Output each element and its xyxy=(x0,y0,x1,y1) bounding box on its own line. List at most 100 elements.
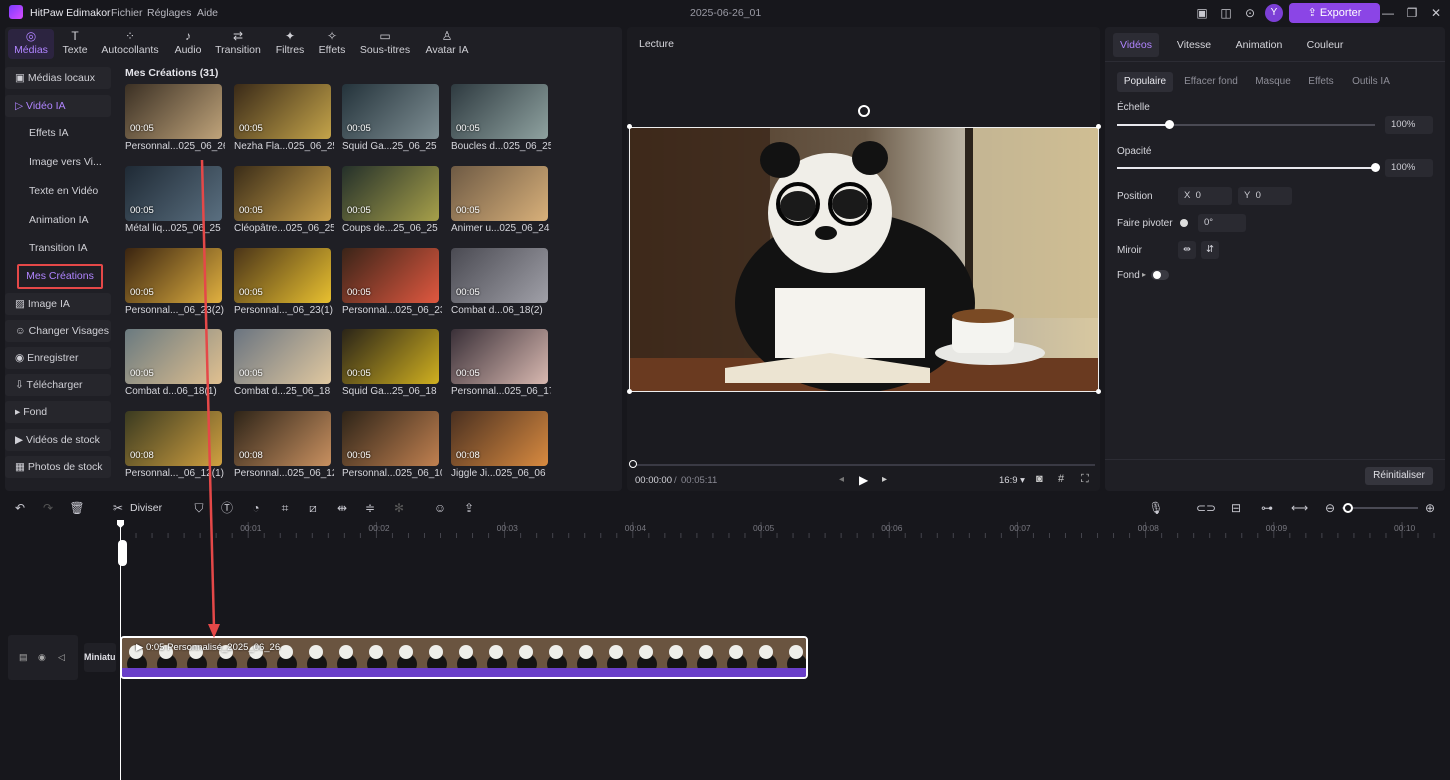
undo-icon[interactable]: ↶ xyxy=(12,500,28,516)
subtab-effacer-fond[interactable]: Effacer fond xyxy=(1179,72,1243,92)
sidebar-item-changer-visages[interactable]: ☺ Changer Visages xyxy=(5,320,111,342)
media-thumbnail[interactable]: 00:05 xyxy=(342,329,439,384)
layout-icon[interactable]: ▣ xyxy=(1195,6,1209,20)
transform-icon[interactable]: ⧄ xyxy=(305,500,321,516)
zoom-slider[interactable] xyxy=(1342,507,1418,509)
sidebar-item-videos-stock[interactable]: ▶ Vidéos de stock xyxy=(5,429,111,451)
zoom-in-icon[interactable]: ⊕ xyxy=(1422,500,1438,516)
export-clip-icon[interactable]: ⇪ xyxy=(461,500,477,516)
timeline-ruler[interactable]: 00:01 00:02 00:03 00:04 00:05 00:06 00:07 00:08… xyxy=(119,520,1450,540)
marker-icon[interactable]: ⛉ xyxy=(191,500,207,516)
sidebar-sub-mes-creations[interactable]: Mes Créations xyxy=(17,264,103,289)
sidebar-item-enregistrer[interactable]: ◉ Enregistrer xyxy=(5,347,111,369)
freeze-icon[interactable]: ✻ xyxy=(391,500,407,516)
tab-videos[interactable]: Vidéos xyxy=(1113,33,1159,57)
tab-autocollants[interactable]: ⁘ Autocollants xyxy=(98,29,162,59)
media-thumbnail[interactable]: 00:05 xyxy=(451,166,548,221)
media-thumbnail[interactable]: 00:05 xyxy=(342,84,439,139)
tab-texte[interactable]: T Texte xyxy=(55,29,95,59)
link-icon[interactable]: ⊂⊃ xyxy=(1196,500,1216,516)
background-expand-icon[interactable]: ▸ xyxy=(1142,270,1146,279)
minimize-icon[interactable]: — xyxy=(1381,6,1395,20)
tab-avatar-ia[interactable]: ♙ Avatar IA xyxy=(421,29,473,59)
redo-icon[interactable]: ↷ xyxy=(40,500,56,516)
mirror-horizontal-icon[interactable]: ⇹ xyxy=(1178,241,1196,259)
position-y-field[interactable]: Y 0 xyxy=(1238,187,1292,205)
zoom-out-icon[interactable]: ⊖ xyxy=(1322,500,1338,516)
menu-aide[interactable]: Aide xyxy=(197,7,218,19)
sidebar-sub-transition-ia[interactable]: Transition IA xyxy=(5,237,111,259)
maximize-icon[interactable]: ❐ xyxy=(1405,6,1419,20)
aspect-ratio-select[interactable]: 16:9 ▾ xyxy=(999,475,1025,486)
track-thumbnail-label[interactable]: Miniatur xyxy=(84,643,116,672)
align-icon[interactable]: ≑ xyxy=(362,500,378,516)
microphone-icon[interactable]: 🎙 xyxy=(1148,500,1164,516)
track-lock-icon[interactable]: ▤ xyxy=(19,652,28,663)
track-audio-icon[interactable]: ◁ xyxy=(58,652,65,663)
media-thumbnail[interactable]: 00:05 xyxy=(451,248,548,303)
scale-slider-knob[interactable] xyxy=(1164,120,1174,129)
speed-icon[interactable]: ◔ xyxy=(248,500,264,516)
playback-scrubber[interactable] xyxy=(635,464,1095,466)
subtab-populaire[interactable]: Populaire xyxy=(1117,72,1173,92)
tab-audio[interactable]: ♪ Audio xyxy=(168,29,208,59)
media-thumbnail[interactable]: 00:05 xyxy=(451,84,548,139)
media-thumbnail[interactable]: 00:08 xyxy=(234,411,331,466)
opacity-slider-knob[interactable] xyxy=(1371,163,1380,172)
crop-icon[interactable]: ⌗ xyxy=(277,500,293,516)
media-thumbnail[interactable]: 00:08 xyxy=(125,411,222,466)
tab-animation[interactable]: Animation xyxy=(1229,33,1289,57)
resize-handle-br[interactable] xyxy=(1096,389,1101,394)
sidebar-sub-effets-ia[interactable]: Effets IA xyxy=(5,122,111,144)
media-thumbnail[interactable]: 00:05 xyxy=(125,84,222,139)
rotate-value-field[interactable]: 0° xyxy=(1198,214,1246,232)
sidebar-item-medias-locaux[interactable]: ▣ Médias locaux xyxy=(5,67,111,89)
rotate-dial-icon[interactable] xyxy=(1180,219,1188,227)
prev-frame-icon[interactable]: ◂ xyxy=(839,474,844,485)
media-thumbnail[interactable]: 00:05 xyxy=(125,248,222,303)
sidebar-sub-animation-ia[interactable]: Animation IA xyxy=(5,209,111,231)
feedback-icon[interactable]: ◫ xyxy=(1219,6,1233,20)
media-thumbnail[interactable]: 00:08 xyxy=(451,411,548,466)
media-thumbnail[interactable]: 00:05 xyxy=(234,166,331,221)
position-x-field[interactable]: X 0 xyxy=(1178,187,1232,205)
face-icon[interactable]: ☺ xyxy=(432,500,448,516)
sidebar-item-fond[interactable]: ▸ Fond xyxy=(5,401,111,423)
media-thumbnail[interactable]: 00:05 xyxy=(234,329,331,384)
fullscreen-icon[interactable]: ⛶ xyxy=(1081,473,1089,486)
track-visibility-icon[interactable]: ◉ xyxy=(38,652,46,663)
tab-transition[interactable]: ⇄ Transition xyxy=(212,29,264,59)
scissors-icon[interactable]: ✂ xyxy=(110,500,126,516)
media-thumbnail[interactable]: 00:05 xyxy=(451,329,548,384)
media-thumbnail[interactable]: 00:05 xyxy=(342,411,439,466)
fit-icon[interactable]: ⟷ xyxy=(1291,500,1308,516)
tab-effets[interactable]: ✧ Effets xyxy=(312,29,352,59)
reset-button[interactable]: Réinitialiser xyxy=(1365,467,1433,485)
subtab-effets[interactable]: Effets xyxy=(1303,72,1339,92)
scrubber-knob[interactable] xyxy=(629,460,637,468)
opacity-value-field[interactable]: 100% xyxy=(1385,159,1433,177)
menu-reglages[interactable]: Réglages xyxy=(147,7,191,19)
resize-handle-bl[interactable] xyxy=(627,389,632,394)
sidebar-item-telecharger[interactable]: ⇩ Télécharger xyxy=(5,374,111,396)
export-button[interactable]: ⇪ Exporter xyxy=(1289,3,1380,23)
text-tool-icon[interactable]: Ⓣ xyxy=(219,500,235,516)
rotate-handle-icon[interactable] xyxy=(858,105,870,117)
media-thumbnail[interactable]: 00:05 xyxy=(125,166,222,221)
resize-handle-tl[interactable] xyxy=(627,124,632,129)
menu-fichier[interactable]: Fichier xyxy=(111,7,143,19)
media-thumbnail[interactable]: 00:05 xyxy=(125,329,222,384)
sidebar-item-photos-stock[interactable]: ▦ Photos de stock xyxy=(5,456,111,478)
sidebar-item-image-ia[interactable]: ▨ Image IA xyxy=(5,293,111,315)
media-thumbnail[interactable]: 00:05 xyxy=(342,166,439,221)
tab-sous-titres[interactable]: ▭ Sous-titres xyxy=(356,29,414,59)
grid-icon[interactable]: # xyxy=(1058,473,1064,485)
delete-icon[interactable]: 🗑 xyxy=(69,500,85,516)
tab-vitesse[interactable]: Vitesse xyxy=(1171,33,1217,57)
flip-icon[interactable]: ⇹ xyxy=(334,500,350,516)
sidebar-sub-image-video[interactable]: Image vers Vi... xyxy=(5,151,111,173)
subtab-outils-ia[interactable]: Outils IA xyxy=(1345,72,1397,92)
timeline-clip[interactable]: ▶ 0:05 Personnalisé_2025_06_26 xyxy=(120,636,808,679)
next-frame-icon[interactable]: ▸ xyxy=(882,474,887,485)
preview-canvas[interactable] xyxy=(629,127,1099,392)
